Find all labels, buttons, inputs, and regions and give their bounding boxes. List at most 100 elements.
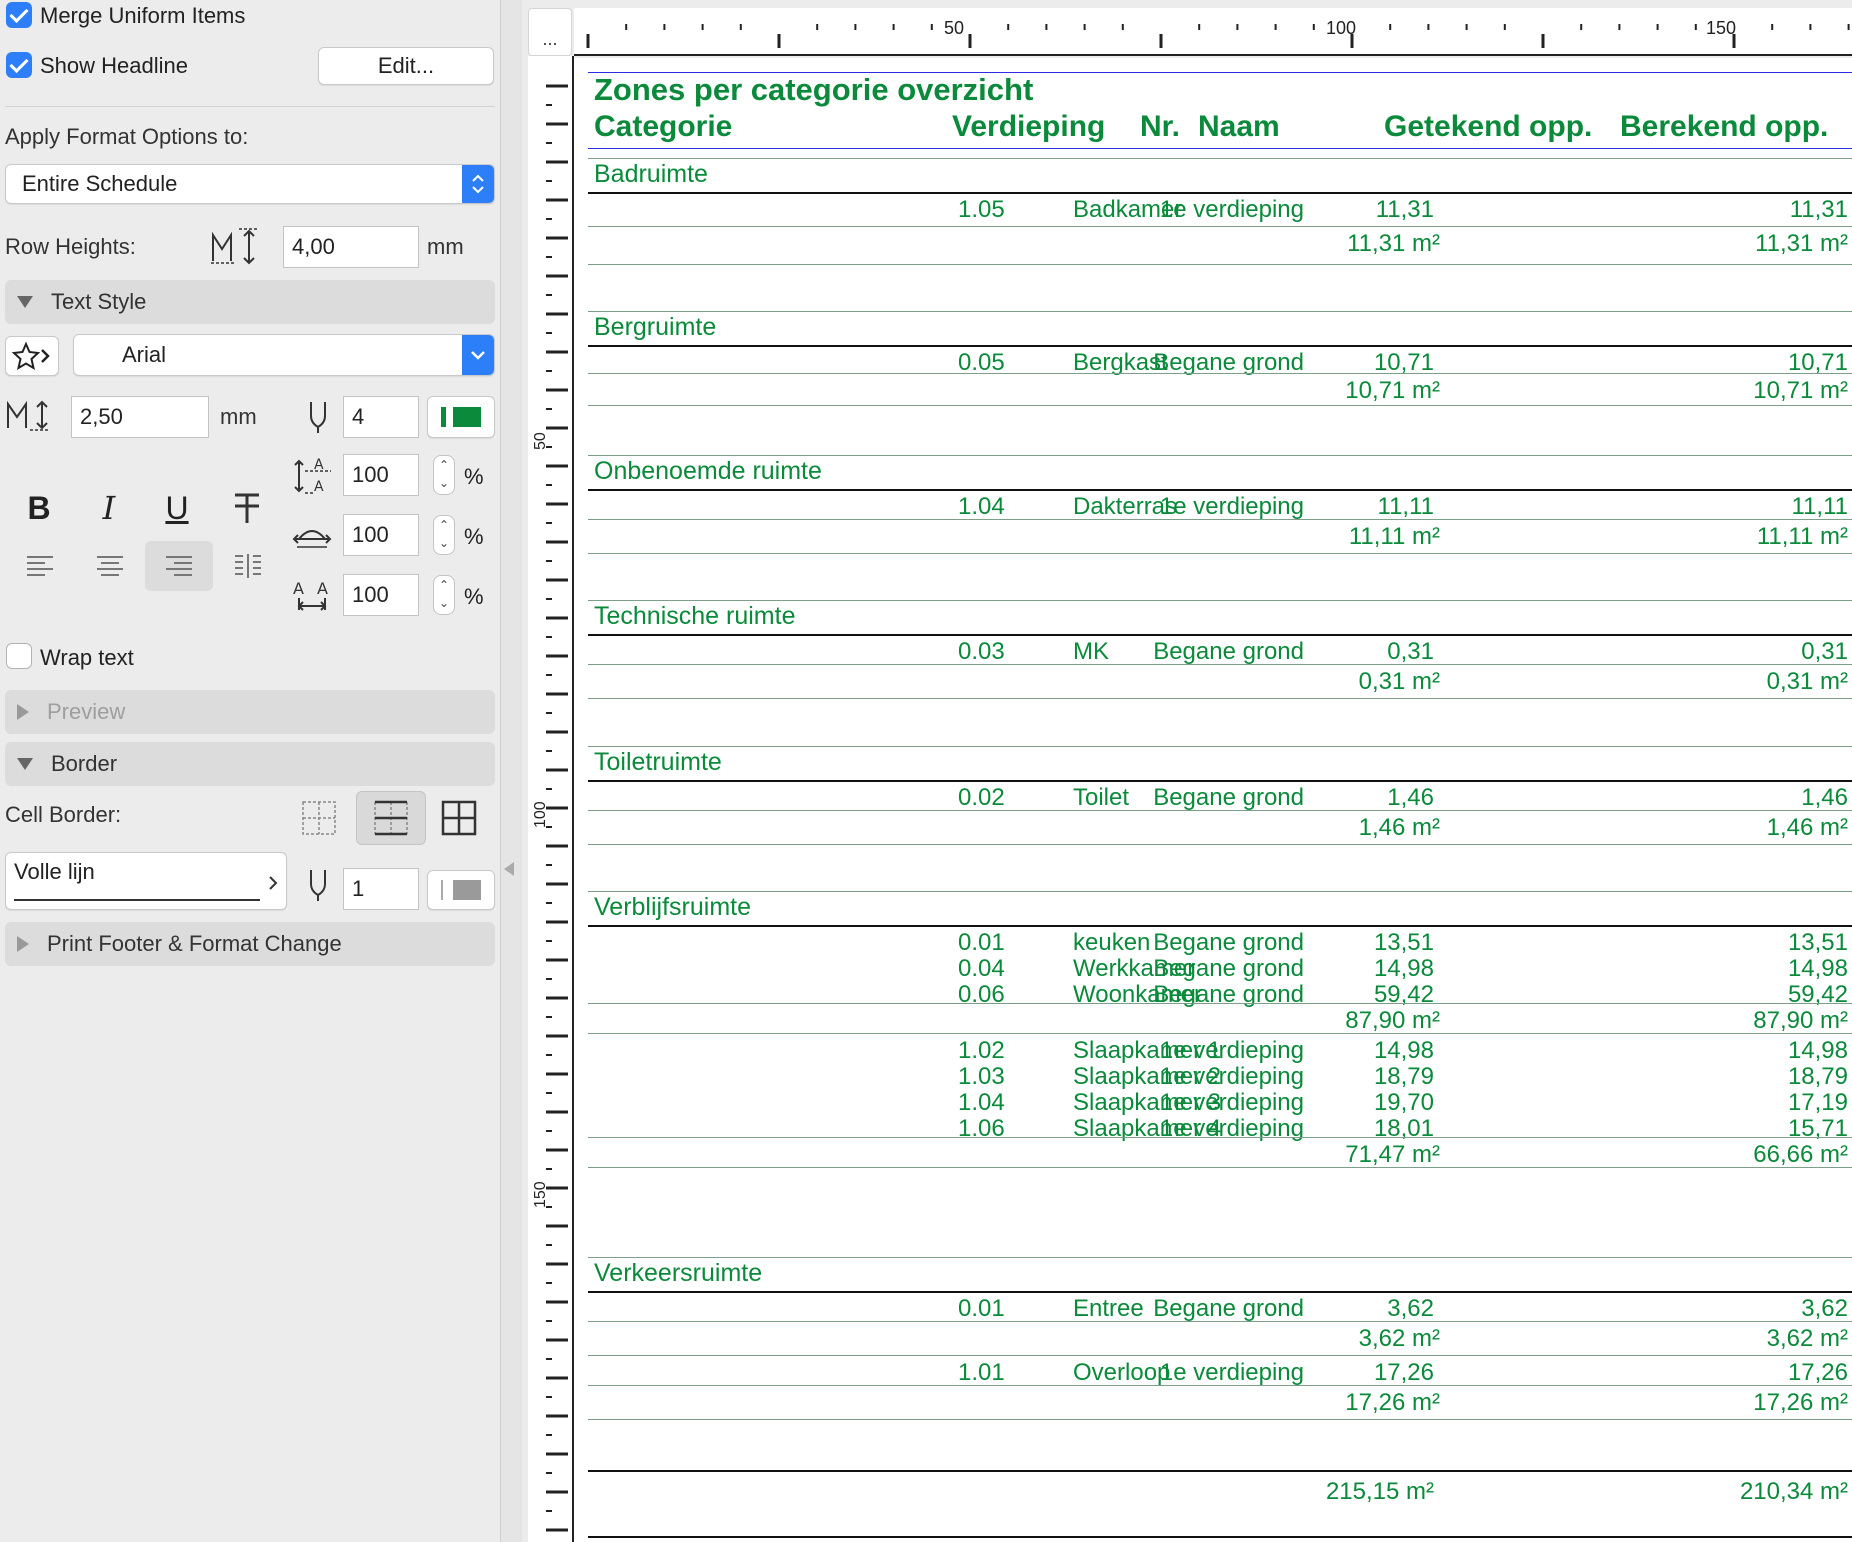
header-categorie: Categorie xyxy=(594,110,733,143)
vertical-ruler: 50 100 150 xyxy=(528,56,572,1542)
apply-format-select[interactable]: Entire Schedule xyxy=(5,164,495,204)
subtotal-getekend: 1,46 m² xyxy=(1358,814,1440,841)
show-headline-checkbox[interactable] xyxy=(6,52,32,78)
favorites-star-button[interactable] xyxy=(5,336,59,376)
line-spacing-input[interactable]: 100 xyxy=(343,454,419,496)
text-pen-color-button[interactable] xyxy=(427,396,495,438)
border-pen-color-button[interactable] xyxy=(427,870,495,910)
edit-headline-button[interactable]: Edit... xyxy=(318,47,494,85)
panel-splitter[interactable] xyxy=(500,0,522,1542)
width-factor-percent: % xyxy=(464,524,484,549)
row-verdieping: Begane grond xyxy=(1153,784,1304,811)
row-line xyxy=(588,519,1852,520)
border-line-type-select[interactable]: Volle lijn xyxy=(5,852,287,910)
row-naam: Toilet xyxy=(1073,784,1130,811)
subtotal-getekend: 87,90 m² xyxy=(1345,1007,1440,1034)
format-options-panel: Merge Uniform Items Show Headline Edit..… xyxy=(0,0,500,1542)
merge-uniform-items-checkbox[interactable] xyxy=(6,2,32,28)
align-left-icon[interactable] xyxy=(20,546,60,586)
group-name: Badruimte xyxy=(594,160,708,188)
group-top-line xyxy=(588,1257,1852,1258)
row-line xyxy=(588,1385,1852,1386)
row-berekend: 17,19 xyxy=(1787,1089,1848,1116)
group-top-line xyxy=(588,600,1852,601)
group-name: Toiletruimte xyxy=(594,748,722,776)
row-naam: Overloop xyxy=(1073,1359,1171,1386)
subtotal-line xyxy=(588,405,1852,406)
text-pen-input[interactable]: 4 xyxy=(343,396,419,438)
row-height-icon xyxy=(208,226,264,268)
row-getekend: 18,01 xyxy=(1373,1115,1434,1142)
subtotal-berekend: 10,71 m² xyxy=(1753,377,1848,404)
row-berekend: 1,46 xyxy=(1801,784,1848,811)
collapse-arrow-icon[interactable] xyxy=(504,862,514,876)
row-line xyxy=(588,1137,1852,1138)
row-line xyxy=(588,1003,1852,1004)
header-nr: Nr. xyxy=(1140,110,1181,143)
align-justify-icon[interactable] xyxy=(228,546,268,586)
schedule-sheet: Zones per categorie overzicht Categorie … xyxy=(574,58,1852,1542)
preview-section-header[interactable]: Preview xyxy=(5,690,495,734)
wrap-text-checkbox[interactable] xyxy=(6,643,32,669)
subtotal-berekend: 11,11 m² xyxy=(1756,523,1848,550)
schedule-title: Zones per categorie overzicht xyxy=(594,72,1034,107)
bold-icon[interactable]: B xyxy=(20,486,58,530)
font-select[interactable]: Arial xyxy=(73,334,495,376)
row-nr: 1.04 xyxy=(958,493,1005,520)
row-getekend: 11,11 xyxy=(1377,493,1435,520)
show-headline-label: Show Headline xyxy=(40,53,188,78)
star-icon xyxy=(11,341,50,371)
row-verdieping: Begane grond xyxy=(1153,929,1304,956)
subtotal-berekend: 3,62 m² xyxy=(1766,1325,1848,1352)
subtotal-getekend: 71,47 m² xyxy=(1345,1141,1440,1168)
row-naam: Slaapkamer 3 xyxy=(1073,1089,1222,1116)
disclosure-down-icon xyxy=(17,296,33,308)
row-berekend: 11,11 xyxy=(1791,493,1849,520)
border-section-header[interactable]: Border xyxy=(5,742,495,786)
subtotal-line xyxy=(588,1419,1852,1420)
char-spacing-stepper[interactable]: ⌃ ⌄ xyxy=(433,575,455,615)
border-pen-input[interactable]: 1 xyxy=(343,868,419,910)
border-all-icon[interactable] xyxy=(436,796,482,840)
border-horizontal-icon[interactable] xyxy=(356,791,426,845)
print-footer-section-label: Print Footer & Format Change xyxy=(47,931,342,956)
char-spacing-input[interactable]: 100 xyxy=(343,574,419,616)
disclosure-right-icon xyxy=(17,936,29,952)
chevron-right-icon xyxy=(268,871,278,897)
group-top-line xyxy=(588,158,1852,159)
underline-icon[interactable]: U xyxy=(158,486,196,530)
row-naam: Badkamer xyxy=(1073,196,1183,223)
subtotal-berekend: 17,26 m² xyxy=(1753,1389,1848,1416)
row-getekend: 17,26 xyxy=(1373,1359,1434,1386)
ruler-label: 100 xyxy=(532,801,549,828)
group-name: Onbenoemde ruimte xyxy=(594,457,822,485)
group-name: Verblijfsruimte xyxy=(594,893,751,921)
text-size-input[interactable]: 2,50 xyxy=(71,396,209,438)
print-footer-section-header[interactable]: Print Footer & Format Change xyxy=(5,922,495,966)
row-line xyxy=(588,1321,1852,1322)
border-none-icon[interactable] xyxy=(296,796,342,840)
strikethrough-icon[interactable] xyxy=(228,486,266,530)
horizontal-ruler: 50 100 150 xyxy=(574,8,1852,56)
svg-text:A: A xyxy=(293,579,304,598)
line-spacing-stepper[interactable]: ⌃ ⌄ xyxy=(433,455,455,495)
row-naam: Entree xyxy=(1073,1295,1144,1322)
row-naam: keuken xyxy=(1073,929,1151,956)
row-nr: 1.01 xyxy=(958,1359,1005,1386)
subtotal-berekend: 0,31 m² xyxy=(1766,668,1848,695)
subtotal-berekend: 87,90 m² xyxy=(1753,1007,1848,1034)
width-factor-stepper[interactable]: ⌃ ⌄ xyxy=(433,515,455,555)
group-divider xyxy=(588,634,1852,636)
row-berekend: 3,62 xyxy=(1801,1295,1848,1322)
row-heights-input[interactable]: 4,00 xyxy=(283,226,419,268)
wrap-text-label: Wrap text xyxy=(40,645,134,670)
group-divider xyxy=(588,345,1852,347)
italic-icon[interactable]: I xyxy=(90,486,128,530)
text-size-unit: mm xyxy=(220,404,257,429)
width-factor-input[interactable]: 100 xyxy=(343,514,419,556)
align-right-icon[interactable] xyxy=(145,541,213,591)
align-center-icon[interactable] xyxy=(90,546,130,586)
row-getekend: 14,98 xyxy=(1373,955,1434,982)
ruler-corner-button[interactable]: ... xyxy=(528,8,572,56)
text-style-section-header[interactable]: Text Style xyxy=(5,280,495,324)
